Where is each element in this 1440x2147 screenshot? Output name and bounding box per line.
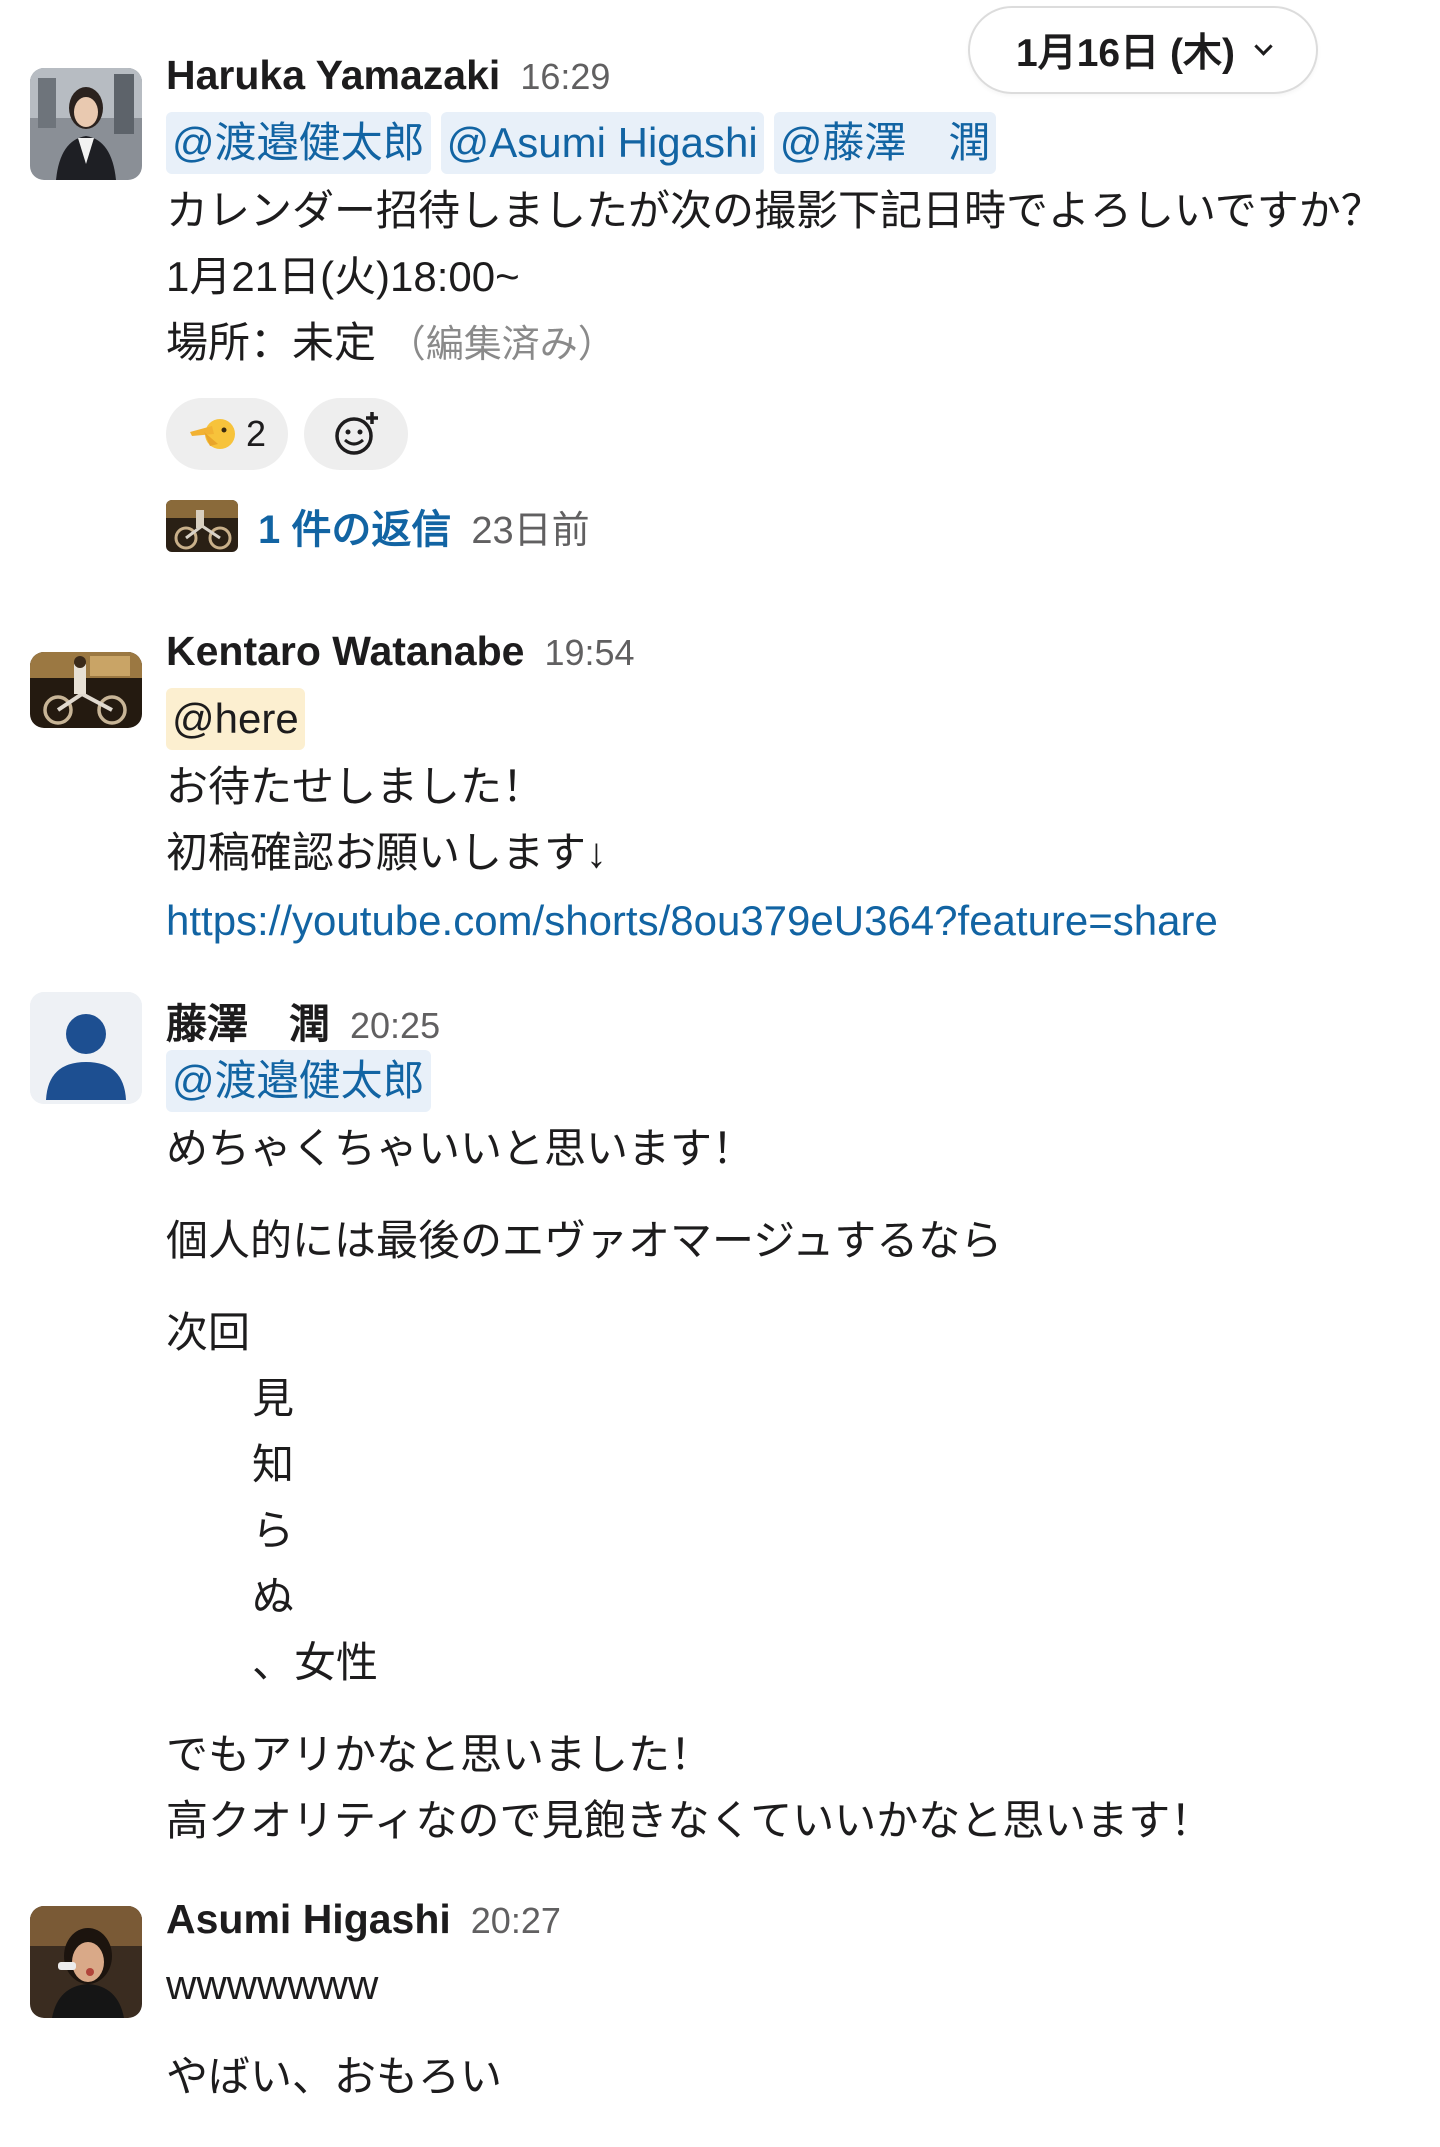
message-text: 個人的には最後のエヴァオマージュするなら [166, 1217, 1003, 1264]
user-photo-icon [30, 652, 142, 728]
message-text: お待たせしました！ [166, 763, 545, 810]
mention-link[interactable]: @渡邉健太郎 [166, 1050, 431, 1112]
reaction-count: 2 [246, 413, 267, 454]
timestamp[interactable]: 19:54 [544, 632, 634, 674]
mention-link[interactable]: @藤澤 潤 [773, 112, 997, 174]
user-photo-icon [30, 68, 142, 180]
message-text-line: 場所：未定 （編集済み） [166, 310, 1420, 376]
add-reaction-button[interactable] [304, 398, 409, 470]
sender-name[interactable]: Haruka Yamazaki [166, 52, 500, 99]
message-text: 場所：未定 [166, 319, 377, 366]
message-text: 知 [252, 1441, 295, 1488]
default-user-icon [30, 992, 142, 1104]
youtube-link[interactable]: https://youtube.com/shorts/8ou379eU364?f… [166, 897, 1218, 944]
thread-replies-link[interactable]: 1 件の返信 [258, 497, 451, 555]
message-text: めちゃくちゃいいと思います！ [166, 1125, 755, 1172]
message-text: 見 [252, 1375, 295, 1422]
message-text: 、女性 [252, 1639, 379, 1686]
user-photo-icon [30, 1906, 142, 2018]
message-text: wwwwwww [166, 1961, 379, 2008]
sender-name[interactable]: 藤澤 潤 [166, 990, 330, 1050]
message-text: やばい、おもろい [166, 2053, 503, 2100]
message-text: 初稿確認お願いします↓ [166, 829, 608, 876]
reaction-pill[interactable]: 2 [166, 398, 289, 470]
here-mention[interactable]: @here [166, 688, 305, 750]
message-text: 次回 [166, 1309, 251, 1356]
sender-name[interactable]: Asumi Higashi [166, 1896, 451, 1943]
message-text: 高クオリティなので見飽きなくていいかなと思います！ [166, 1797, 1213, 1844]
mention-link[interactable]: @Asumi Higashi [440, 112, 764, 174]
message-text: カレンダー招待しましたが次の撮影下記日時でよろしいですか？ [166, 187, 1383, 234]
avatar[interactable] [30, 652, 142, 728]
timestamp[interactable]: 20:25 [350, 1005, 440, 1047]
thread-summary[interactable]: 1 件の返信 23日前 [166, 498, 1420, 554]
pointing-hand-emoji-icon [190, 419, 235, 449]
message-text: ら [252, 1507, 295, 1554]
message-text: 1月21日(火)18:00~ [166, 253, 520, 300]
avatar[interactable] [30, 1906, 142, 2018]
mention-link[interactable]: @渡邉健太郎 [166, 112, 431, 174]
timestamp[interactable]: 20:27 [471, 1900, 561, 1942]
sender-name[interactable]: Kentaro Watanabe [166, 628, 524, 675]
thread-last-reply: 23日前 [471, 509, 590, 552]
avatar[interactable] [30, 992, 142, 1104]
motorcycle-photo-icon [166, 500, 238, 552]
thread-avatar [166, 500, 238, 552]
message-text: でもアリかなと思いました！ [166, 1731, 713, 1778]
message-text: ぬ [252, 1573, 295, 1620]
edited-label: （編集済み） [387, 324, 616, 366]
avatar[interactable] [30, 68, 142, 180]
add-reaction-icon [335, 412, 379, 455]
timestamp[interactable]: 16:29 [520, 56, 610, 98]
